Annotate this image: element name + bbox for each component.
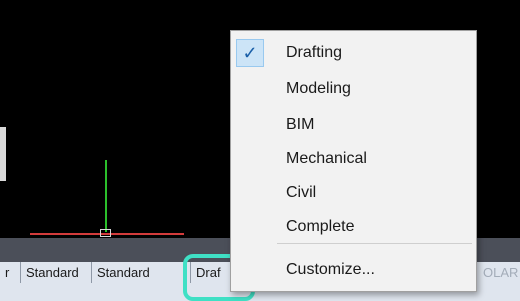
menu-item-drafting[interactable]: ✓ Drafting bbox=[231, 36, 476, 70]
status-item-text-style[interactable]: Standard bbox=[21, 262, 92, 283]
menu-item-label: Customize... bbox=[286, 261, 375, 278]
menu-item-label: Mechanical bbox=[286, 150, 367, 167]
ucs-y-axis bbox=[105, 160, 107, 232]
status-item-partial[interactable]: r bbox=[0, 262, 21, 283]
workspace-switch-button[interactable]: Draf bbox=[191, 262, 231, 283]
menu-item-label: Civil bbox=[286, 184, 317, 201]
menu-item-label: BIM bbox=[286, 116, 315, 133]
menu-item-label: Complete bbox=[286, 218, 355, 235]
check-icon: ✓ bbox=[236, 39, 264, 67]
menu-item-civil[interactable]: Civil bbox=[231, 176, 476, 210]
menu-item-modeling[interactable]: Modeling bbox=[231, 72, 476, 106]
menu-separator bbox=[277, 243, 472, 244]
workspace-menu: ✓ Drafting Modeling BIM Mechanical Civil… bbox=[230, 30, 477, 292]
menu-item-mechanical[interactable]: Mechanical bbox=[231, 142, 476, 176]
menu-item-customize[interactable]: Customize... bbox=[231, 253, 476, 287]
canvas-edge-panel bbox=[0, 127, 6, 181]
menu-item-label: Drafting bbox=[286, 44, 343, 61]
menu-item-bim[interactable]: BIM bbox=[231, 108, 476, 142]
polar-tracking-toggle[interactable]: OLAR bbox=[478, 262, 520, 283]
ucs-origin-box bbox=[100, 229, 111, 237]
menu-item-complete[interactable]: Complete bbox=[231, 210, 476, 244]
menu-item-label: Modeling bbox=[286, 80, 351, 97]
status-item-dim-style[interactable]: Standard bbox=[92, 262, 191, 283]
